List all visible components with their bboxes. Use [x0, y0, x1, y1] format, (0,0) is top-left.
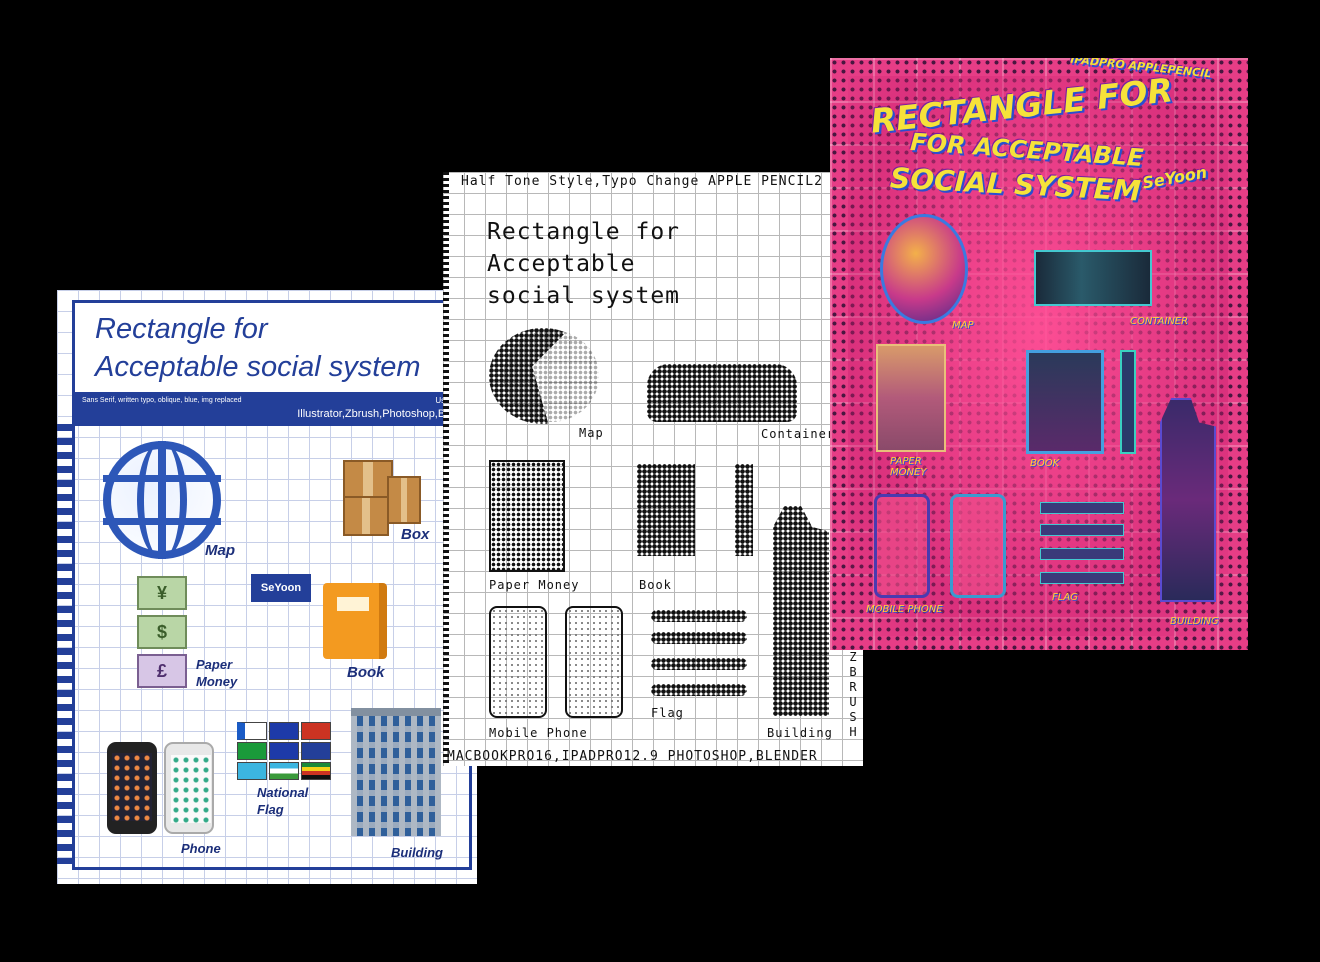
container-icon: [647, 364, 797, 422]
flag-icon: [237, 762, 267, 780]
map-label: MAP: [952, 320, 974, 331]
flag-icon: [269, 762, 299, 780]
footer-text: MACBOOKPRO16,IPADPRO12.9 PHOTOSHOP,BLEND…: [447, 749, 818, 764]
building-icon: [1160, 398, 1216, 602]
poster-blue: Rectangle for Acceptable social system S…: [57, 290, 477, 884]
flag-icon: [301, 742, 331, 760]
book-icon: [637, 464, 695, 556]
poster-halftone: Half Tone Style,Typo Change APPLE PENCIL…: [443, 172, 863, 766]
phone-icon: [164, 742, 214, 834]
book-label: Book: [639, 578, 672, 592]
phone-label: Phone: [181, 841, 221, 856]
edge-pattern: [443, 172, 449, 766]
paper-money-icon: [489, 460, 565, 572]
building-label: Building: [767, 726, 833, 740]
flag-label: Flag: [651, 706, 684, 720]
building-label: BUILDING: [1170, 616, 1219, 627]
phone-icon: [107, 742, 157, 834]
tools-list: Illustrator,Zbrush,Photoshop,Blend: [297, 408, 466, 420]
book-spine-icon: [735, 464, 753, 556]
building-icon: [773, 506, 829, 716]
mobile-phone-label: Mobile Phone: [489, 726, 588, 740]
subtitle: Sans Serif, written typo, oblique, blue,…: [82, 397, 242, 404]
book-label: BOOK: [1030, 458, 1060, 469]
globe-icon: [880, 214, 968, 324]
building-label: Building: [391, 845, 443, 860]
phone-icon: [950, 494, 1006, 598]
box-icon: [387, 476, 421, 524]
flag-icon: [1040, 572, 1124, 584]
book-spine-icon: [1120, 350, 1136, 454]
vertical-zbrush: ZBRUSH: [849, 650, 857, 739]
pound-bill-icon: £: [137, 654, 187, 688]
flag-icon: [301, 722, 331, 740]
map-label: Map: [579, 426, 604, 440]
poster-pink: IPADPRO APPLEPENCIL RECTANGLE FOR FOR AC…: [830, 58, 1248, 650]
paper-money-label: Paper Money: [196, 657, 238, 689]
paper-money-label: PAPER MONEY: [890, 456, 927, 478]
side-stripes: [57, 424, 72, 864]
flag-icon: [651, 632, 747, 644]
container-label: Container: [761, 427, 836, 441]
flag-label: FLAG: [1052, 592, 1078, 603]
container-icon: [1034, 250, 1152, 306]
dollar-bill-icon: $: [137, 615, 187, 649]
flag-icon: [1040, 524, 1124, 536]
map-label: Map: [205, 542, 235, 559]
book-label: Book: [347, 664, 385, 681]
info-band: Sans Serif, written typo, oblique, blue,…: [72, 392, 472, 426]
mobile-phone-label: MOBILE PHONE: [866, 604, 943, 615]
flag-icon: [1040, 548, 1124, 560]
vertical-text: ZBRUSH: [848, 650, 860, 740]
box-label: Box: [401, 526, 430, 543]
flag-icon: [651, 658, 747, 670]
globe-icon: [103, 441, 221, 559]
paper-money-label: Paper Money: [489, 578, 580, 592]
flag-icon: [237, 742, 267, 760]
poster-title: Rectangle for Acceptable social system: [95, 313, 421, 383]
building-icon: [351, 708, 441, 836]
national-flag-label: National Flag: [257, 785, 309, 817]
phone-icon: [489, 606, 547, 718]
box-icon: [343, 496, 389, 536]
book-icon: [323, 583, 387, 659]
globe-shade: [503, 330, 599, 422]
header-text: Half Tone Style,Typo Change APPLE PENCIL…: [461, 174, 823, 189]
flag-icon: [269, 722, 299, 740]
seyoon-badge: SeYoon: [251, 574, 311, 602]
flag-icon: [651, 610, 747, 622]
flag-icon: [269, 742, 299, 760]
flag-icon: [651, 684, 747, 696]
flag-icon: [237, 722, 267, 740]
poster-title: Rectangle for Acceptable social system: [487, 219, 681, 309]
flag-icon: [301, 762, 331, 780]
book-icon: [1026, 350, 1104, 454]
paper-money-icon: [876, 344, 946, 452]
yen-bill-icon: ¥: [137, 576, 187, 610]
container-label: CONTAINER: [1130, 316, 1189, 327]
flag-icon: [1040, 502, 1124, 514]
phone-icon: [874, 494, 930, 598]
phone-icon: [565, 606, 623, 718]
